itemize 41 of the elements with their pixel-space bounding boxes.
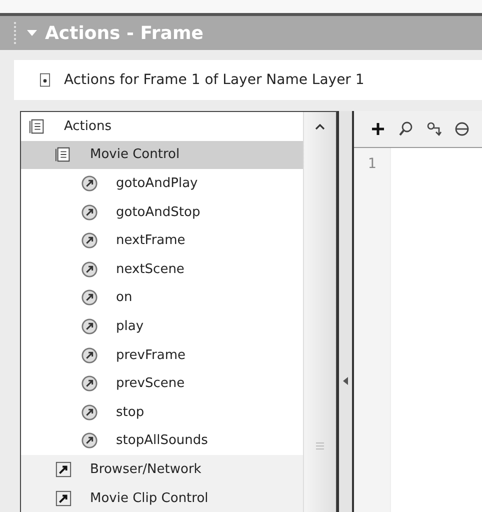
action-tree-item[interactable]: on [21, 284, 303, 312]
arrow-circle-icon [81, 375, 98, 392]
arrow-box-icon [55, 490, 72, 507]
action-tree-item[interactable]: Browser/Network [21, 455, 303, 484]
grip-icon [14, 22, 19, 44]
action-tree-item[interactable]: stopAllSounds [21, 426, 303, 456]
scrollbar[interactable] [303, 112, 336, 512]
arrow-circle-icon [81, 232, 98, 250]
arrow-circle-icon [81, 289, 98, 306]
action-tree-item[interactable]: nextFrame [21, 226, 303, 255]
collapse-left-icon[interactable] [343, 377, 348, 385]
frame-document-icon [40, 73, 50, 87]
search-icon[interactable] [398, 121, 414, 137]
arrow-box-icon [55, 460, 72, 478]
action-tree-item[interactable]: prevFrame [21, 340, 303, 370]
add-icon[interactable] [370, 121, 386, 137]
arrow-circle-icon [81, 318, 98, 335]
action-tree-item[interactable]: Movie Clip Control [21, 484, 303, 512]
arrow-circle-icon [81, 346, 98, 364]
line-number: 1 [368, 156, 376, 172]
splitter-handle[interactable] [337, 111, 354, 512]
scroll-grip-icon[interactable] [316, 442, 324, 450]
arrow-circle-icon [81, 404, 98, 421]
panel-title: Actions - Frame [45, 22, 204, 44]
arrow-circle-icon [81, 260, 98, 278]
action-tree-item[interactable]: Movie Control [21, 140, 303, 170]
arrow-circle-icon [81, 432, 98, 450]
book-icon [29, 118, 46, 135]
replace-icon[interactable] [426, 121, 442, 137]
action-tree-item[interactable]: Actions [21, 112, 303, 141]
arrow-circle-icon [81, 174, 98, 192]
scroll-up-icon[interactable] [315, 124, 325, 130]
action-tree-item[interactable]: gotoAndPlay [21, 169, 303, 198]
action-tree-item[interactable]: gotoAndStop [21, 198, 303, 226]
info-text: Actions for Frame 1 of Layer Name Layer 1 [64, 72, 364, 88]
action-tree-item[interactable]: nextScene [21, 254, 303, 284]
action-tree-item[interactable]: play [21, 312, 303, 341]
book-icon [55, 146, 72, 164]
action-tree-item[interactable]: prevScene [21, 369, 303, 398]
arrow-circle-icon [81, 204, 98, 221]
action-tree-item[interactable]: stop [21, 398, 303, 427]
